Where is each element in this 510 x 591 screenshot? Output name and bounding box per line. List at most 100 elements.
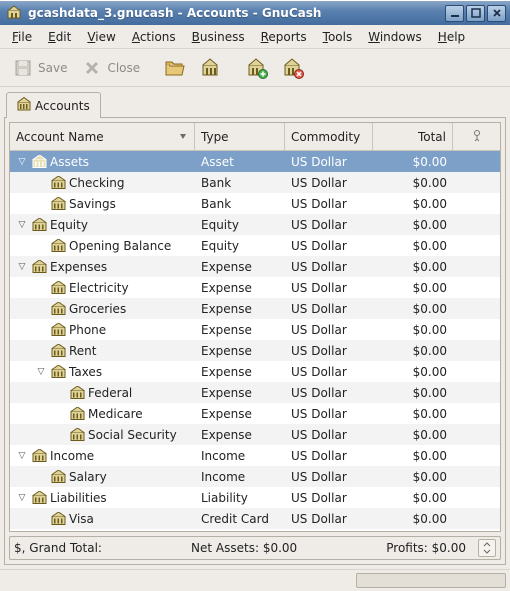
account-row[interactable]: ▽LiabilitiesLiabilityUS Dollar$0.00 <box>10 487 500 508</box>
account-icon <box>50 176 66 190</box>
accounts-tree: Account Name Type Commodity Total ▽Ass <box>9 122 501 532</box>
account-type: Expense <box>195 302 285 316</box>
account-row[interactable]: ▽AssetsAssetUS Dollar$0.00 <box>10 151 500 172</box>
account-row[interactable]: Phone ExpenseUS Dollar$0.00 <box>10 319 500 340</box>
expander-icon[interactable]: ▽ <box>16 157 28 167</box>
delete-account-icon <box>282 57 304 79</box>
account-name: Liabilities <box>50 491 107 505</box>
tab-accounts[interactable]: Accounts <box>6 92 101 118</box>
col-header-name[interactable]: Account Name <box>10 123 195 150</box>
account-row[interactable]: FederalExpenseUS Dollar$0.00 <box>10 382 500 403</box>
menu-file[interactable]: File <box>4 28 40 46</box>
account-name: Groceries <box>69 302 126 316</box>
account-total: $0.00 <box>373 365 453 379</box>
column-chooser-icon <box>470 128 484 145</box>
account-commodity: US Dollar <box>285 197 373 211</box>
account-commodity: US Dollar <box>285 407 373 421</box>
sort-indicator-icon <box>178 130 188 144</box>
account-type: Expense <box>195 323 285 337</box>
account-row[interactable]: CheckingBankUS Dollar$0.00 <box>10 172 500 193</box>
account-name: Social Security <box>88 428 177 442</box>
account-total: $0.00 <box>373 302 453 316</box>
menu-help[interactable]: Help <box>430 28 473 46</box>
account-name: Checking <box>69 176 124 190</box>
expander-icon[interactable]: ▽ <box>16 262 28 272</box>
summary-spin-button[interactable] <box>478 539 496 557</box>
account-total: $0.00 <box>373 491 453 505</box>
account-row[interactable]: SavingsBankUS Dollar$0.00 <box>10 193 500 214</box>
menu-windows[interactable]: Windows <box>360 28 430 46</box>
expander-icon[interactable]: ▽ <box>16 220 28 230</box>
account-commodity: US Dollar <box>285 218 373 232</box>
account-icon <box>31 260 47 274</box>
account-row[interactable]: RentExpenseUS Dollar$0.00 <box>10 340 500 361</box>
account-name: Medicare <box>88 407 143 421</box>
expander-icon[interactable]: ▽ <box>35 367 47 377</box>
notebook: Accounts Account Name Type Commodity Tot… <box>4 91 506 565</box>
account-name: Income <box>50 449 94 463</box>
account-total: $0.00 <box>373 197 453 211</box>
col-header-type[interactable]: Type <box>195 123 285 150</box>
account-commodity: US Dollar <box>285 302 373 316</box>
col-header-menu[interactable] <box>453 123 500 150</box>
account-name: Rent <box>69 344 97 358</box>
save-button: Save <box>6 53 73 83</box>
account-commodity: US Dollar <box>285 323 373 337</box>
account-row[interactable]: Social SecurityExpenseUS Dollar$0.00 <box>10 424 500 445</box>
close-button[interactable] <box>487 5 506 22</box>
account-icon <box>50 365 66 379</box>
account-commodity: US Dollar <box>285 365 373 379</box>
account-total: $0.00 <box>373 260 453 274</box>
new-account-button[interactable] <box>240 53 274 83</box>
account-name: Visa <box>69 512 94 526</box>
account-row[interactable]: ▽TaxesExpenseUS Dollar$0.00 <box>10 361 500 382</box>
account-icon <box>31 449 47 463</box>
summary-net-assets: Net Assets: $0.00 <box>191 541 297 555</box>
summary-bar: $, Grand Total: Net Assets: $0.00 Profit… <box>9 536 501 560</box>
menu-tools[interactable]: Tools <box>315 28 361 46</box>
close-tab-button: Close <box>75 53 146 83</box>
tree-body[interactable]: ▽AssetsAssetUS Dollar$0.00CheckingBankUS… <box>10 151 500 531</box>
account-row[interactable]: ▽EquityEquityUS Dollar$0.00 <box>10 214 500 235</box>
maximize-button[interactable] <box>466 5 485 22</box>
menu-actions[interactable]: Actions <box>124 28 184 46</box>
account-row[interactable]: Groceries ExpenseUS Dollar$0.00 <box>10 298 500 319</box>
col-header-commodity[interactable]: Commodity <box>285 123 373 150</box>
account-row[interactable]: ▽IncomeIncomeUS Dollar$0.00 <box>10 445 500 466</box>
account-total: $0.00 <box>373 323 453 337</box>
account-type: Credit Card <box>195 512 285 526</box>
account-row[interactable]: SalaryIncomeUS Dollar$0.00 <box>10 466 500 487</box>
account-name: Expenses <box>50 260 107 274</box>
menu-edit[interactable]: Edit <box>40 28 79 46</box>
menu-business[interactable]: Business <box>184 28 253 46</box>
delete-account-button[interactable] <box>276 53 310 83</box>
account-row[interactable]: VisaCredit CardUS Dollar$0.00 <box>10 508 500 529</box>
expander-icon[interactable]: ▽ <box>16 493 28 503</box>
account-row[interactable]: MedicareExpenseUS Dollar$0.00 <box>10 403 500 424</box>
col-header-total[interactable]: Total <box>373 123 453 150</box>
account-type: Bank <box>195 176 285 190</box>
account-name: Phone <box>69 323 106 337</box>
account-type: Expense <box>195 260 285 274</box>
app-icon <box>6 5 22 21</box>
edit-account-icon <box>200 57 222 79</box>
menu-reports[interactable]: Reports <box>253 28 315 46</box>
account-type: Expense <box>195 386 285 400</box>
titlebar[interactable]: gcashdata_3.gnucash - Accounts - GnuCash <box>0 1 510 25</box>
account-total: $0.00 <box>373 218 453 232</box>
account-total: $0.00 <box>373 407 453 421</box>
account-type: Expense <box>195 428 285 442</box>
account-icon <box>50 323 66 337</box>
open-folder-icon <box>164 57 186 79</box>
menu-view[interactable]: View <box>79 28 123 46</box>
account-row[interactable]: Opening BalanceEquityUS Dollar$0.00 <box>10 235 500 256</box>
account-row[interactable]: ElectricityExpenseUS Dollar$0.00 <box>10 277 500 298</box>
account-row[interactable]: ▽ExpensesExpenseUS Dollar$0.00 <box>10 256 500 277</box>
account-commodity: US Dollar <box>285 428 373 442</box>
edit-account-button[interactable] <box>194 53 228 83</box>
open-account-button[interactable] <box>158 53 192 83</box>
account-type: Liability <box>195 491 285 505</box>
minimize-button[interactable] <box>445 5 464 22</box>
account-type: Expense <box>195 365 285 379</box>
expander-icon[interactable]: ▽ <box>16 451 28 461</box>
